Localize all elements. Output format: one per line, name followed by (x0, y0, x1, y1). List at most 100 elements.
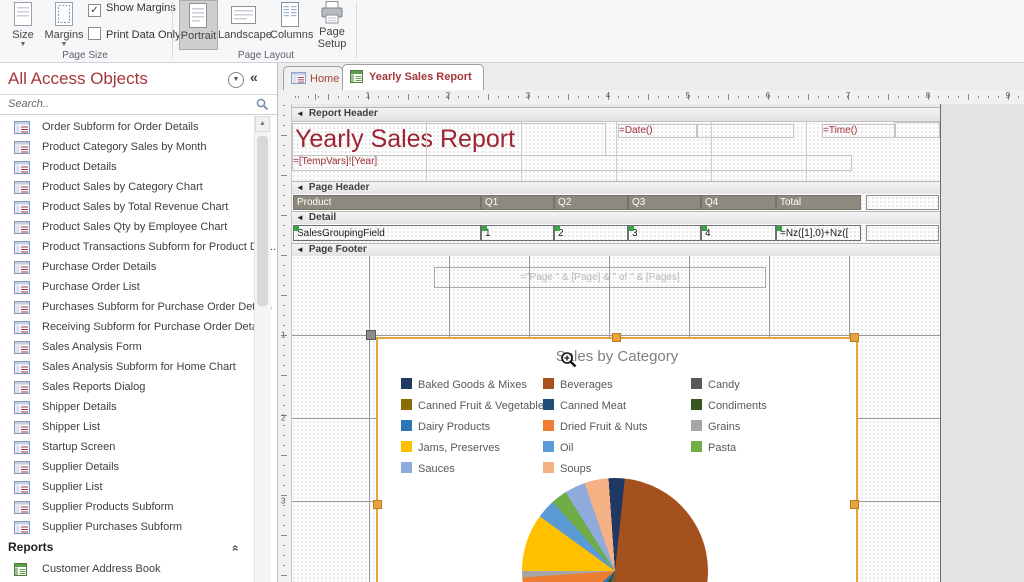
chart-resize-handle[interactable] (850, 333, 859, 342)
form-icon (291, 72, 306, 84)
detail-textbox[interactable]: 1 (481, 225, 554, 241)
page-setup-button[interactable]: Page Setup (312, 0, 352, 48)
form-icon (14, 201, 30, 214)
collapse-section-icon[interactable]: » (228, 545, 242, 552)
margins-button[interactable]: Margins ▼ (44, 0, 84, 48)
reports-section-header[interactable]: Reports» (8, 540, 248, 554)
detail-textbox[interactable]: 4 (701, 225, 776, 241)
nav-menu-dropdown-icon[interactable]: ▼ (228, 72, 244, 88)
portrait-button[interactable]: Portrait (179, 0, 218, 50)
nav-pane-title[interactable]: All Access Objects (8, 69, 148, 89)
landscape-label: Landscape (218, 29, 268, 41)
column-header-cell[interactable]: Q1 (481, 195, 554, 210)
vertical-ruler[interactable]: 123 (278, 104, 292, 582)
error-indicator (702, 226, 707, 231)
show-margins-checkbox[interactable]: ✓Show Margins (88, 1, 176, 15)
list-item[interactable]: Shipper Details (0, 398, 256, 418)
detail-textbox[interactable]: 2 (554, 225, 628, 241)
empty-textbox[interactable] (866, 225, 939, 241)
list-item-label: Product Transactions Subform for Product… (42, 241, 276, 253)
column-header-cell[interactable]: Q3 (628, 195, 701, 210)
list-item[interactable]: Customer Address Book (0, 560, 256, 580)
document-tab-bar: Home Yearly Sales Report (278, 63, 1024, 90)
list-item[interactable]: Sales Reports Dialog (0, 378, 256, 398)
grid-line (426, 122, 427, 181)
legend-swatch (401, 399, 412, 410)
list-item[interactable]: Purchase Order Details (0, 258, 256, 278)
empty-textbox[interactable] (894, 122, 940, 138)
ribbon: Size ▼ Margins ▼ ✓Show Margins Print Dat… (0, 0, 1024, 63)
detail-section[interactable]: SalesGroupingField1234=Nz([1],0)+Nz([ (292, 224, 940, 243)
list-item[interactable]: Product Sales by Category Chart (0, 178, 256, 198)
list-item[interactable]: Shipper List (0, 418, 256, 438)
chart-resize-handle[interactable] (612, 333, 621, 342)
sales-by-category-chart[interactable]: Sales by Category Baked Goods & MixesBev… (376, 337, 858, 582)
list-item[interactable]: Product Details (0, 158, 256, 178)
list-item[interactable]: Product Transactions Subform for Product… (0, 238, 256, 258)
list-item[interactable]: Receiving Subform for Purchase Order Det… (0, 318, 256, 338)
page-number-textbox[interactable]: ="Page " & [Page] & " of " & [Pages] (434, 267, 766, 288)
list-item[interactable]: Supplier Details (0, 458, 256, 478)
list-item[interactable]: Product Sales Qty by Employee Chart (0, 218, 256, 238)
page-header-section[interactable]: ProductQ1Q2Q3Q4Total (292, 194, 940, 211)
nav-scrollbar[interactable]: ▲ (254, 116, 271, 582)
column-header-cell[interactable]: Q4 (701, 195, 776, 210)
list-item-label: Sales Analysis Form (42, 341, 142, 353)
tab-home[interactable]: Home (283, 66, 343, 90)
list-item[interactable]: Startup Screen (0, 438, 256, 458)
column-header-cell[interactable]: Total (776, 195, 861, 210)
columns-button[interactable]: Columns (270, 0, 310, 48)
page-size-group-label: Page Size (0, 50, 170, 61)
list-item[interactable]: Product Sales by Total Revenue Chart (0, 198, 256, 218)
report-title-textbox[interactable]: Yearly Sales Report (292, 123, 606, 156)
list-item[interactable]: Purchases Subform for Purchase Order Det… (0, 298, 256, 318)
list-item[interactable]: Order Subform for Order Details (0, 118, 256, 138)
print-data-only-checkbox[interactable]: Print Data Only (88, 27, 181, 41)
legend-swatch (401, 420, 412, 431)
chart-resize-handle[interactable] (373, 500, 382, 509)
tab-yearly-sales-report[interactable]: Yearly Sales Report (342, 64, 484, 90)
date-expression-textbox[interactable]: =Date() (618, 124, 698, 138)
chart-move-handle[interactable] (366, 330, 376, 340)
group-divider (172, 2, 173, 58)
horizontal-ruler[interactable]: 123456789 (278, 90, 1024, 105)
list-item[interactable]: Purchase Order List (0, 278, 256, 298)
list-item-label: Product Category Sales by Month (42, 141, 206, 153)
list-item[interactable]: Sales Analysis Form (0, 338, 256, 358)
landscape-button[interactable]: Landscape (218, 0, 268, 48)
list-item-label: Purchase Order List (42, 281, 140, 293)
list-item-label: Supplier Products Subform (42, 501, 173, 513)
list-item[interactable]: Sales Analysis Subform for Home Chart (0, 358, 256, 378)
search-box[interactable]: Search.. (0, 94, 277, 115)
scroll-up-arrow-icon[interactable]: ▲ (255, 116, 270, 132)
section-bar-report-header[interactable]: ◄Report Header (292, 107, 940, 122)
year-expression-textbox[interactable]: =[TempVars]![Year] (292, 155, 852, 171)
list-item[interactable]: Supplier Products Subform (0, 498, 256, 518)
list-item[interactable]: Supplier List (0, 478, 256, 498)
shutter-close-icon[interactable]: « (250, 69, 258, 85)
form-icon (14, 501, 30, 514)
empty-textbox[interactable] (866, 195, 939, 210)
detail-textbox[interactable]: 3 (628, 225, 701, 241)
ruler-ticks (291, 94, 1024, 100)
column-header-cell[interactable]: Product (293, 195, 481, 210)
size-button[interactable]: Size ▼ (4, 0, 42, 48)
column-header-cell[interactable]: Q2 (554, 195, 628, 210)
margins-dropdown-arrow[interactable]: ▼ (44, 41, 84, 48)
page-setup-icon (321, 1, 343, 25)
section-label: Page Footer (309, 244, 367, 255)
search-icon[interactable] (256, 98, 269, 111)
page-footer-section[interactable]: ="Page " & [Page] & " of " & [Pages] Sal… (292, 256, 940, 582)
legend-label: Canned Meat (560, 400, 626, 412)
access-window: Size ▼ Margins ▼ ✓Show Margins Print Dat… (0, 0, 1024, 582)
list-item[interactable]: Product Category Sales by Month (0, 138, 256, 158)
detail-textbox[interactable]: =Nz([1],0)+Nz([ (776, 225, 861, 241)
chart-resize-handle[interactable] (850, 500, 859, 509)
legend-item: Dairy Products (401, 420, 490, 433)
list-item[interactable]: Supplier Purchases Subform (0, 518, 256, 538)
time-expression-textbox[interactable]: =Time() (822, 124, 896, 138)
detail-textbox[interactable]: SalesGroupingField (293, 225, 481, 241)
report-header-section[interactable]: Yearly Sales Report =Date() =Time() =[Te… (292, 122, 940, 181)
size-dropdown-arrow[interactable]: ▼ (4, 41, 42, 48)
scrollbar-thumb[interactable] (257, 136, 268, 306)
